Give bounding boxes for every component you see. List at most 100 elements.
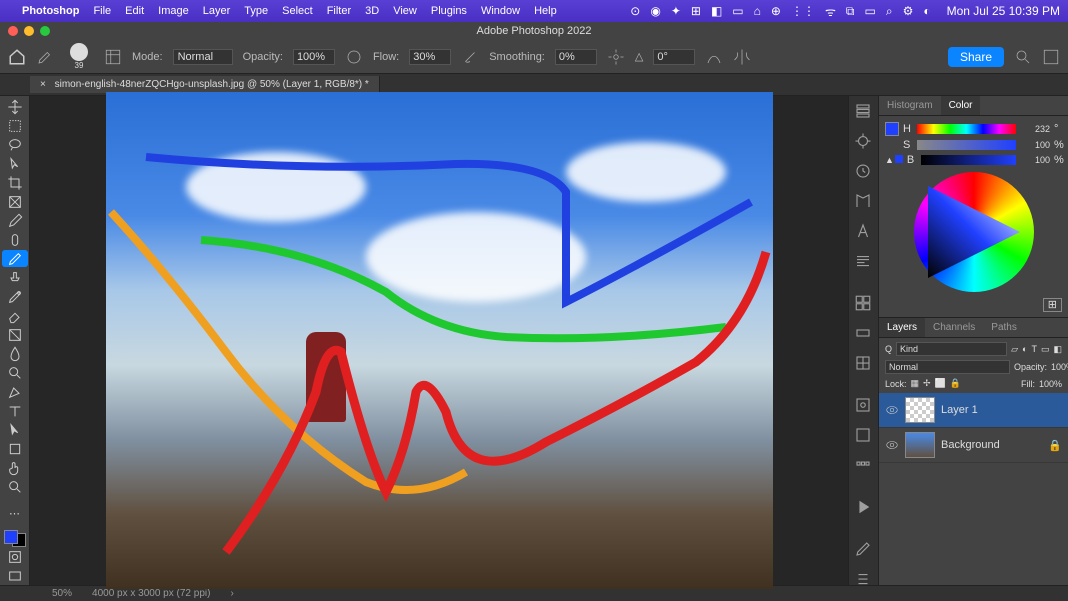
control-center-icon[interactable]: ⚙ xyxy=(903,4,914,18)
lock-all-icon[interactable]: 🔒 xyxy=(950,378,961,389)
play-icon[interactable] xyxy=(854,498,874,516)
search-icon[interactable] xyxy=(1014,48,1032,66)
hue-slider[interactable] xyxy=(917,124,1016,134)
brightness-value[interactable]: 100 xyxy=(1020,155,1050,165)
filter-adj-icon[interactable]: ◐ xyxy=(1022,344,1027,354)
opacity-input[interactable]: 100% xyxy=(293,49,335,65)
minimize-icon[interactable] xyxy=(24,26,34,36)
canvas-area[interactable] xyxy=(30,96,848,585)
airbrush-icon[interactable] xyxy=(461,48,479,66)
document-tab[interactable]: × simon-english-48nerZQCHgo-unsplash.jpg… xyxy=(30,76,380,93)
more-tools-icon[interactable]: ⋯ xyxy=(2,505,28,522)
layer-opacity-input[interactable]: 100% xyxy=(1051,362,1068,372)
lock-pixels-icon[interactable]: ▦ xyxy=(911,378,920,389)
lasso-tool[interactable] xyxy=(2,136,28,153)
tray-icon[interactable]: ⊕ xyxy=(771,4,781,18)
workspace-icon[interactable] xyxy=(1042,48,1060,66)
visibility-icon[interactable] xyxy=(885,438,899,452)
actions-panel-icon[interactable] xyxy=(854,396,874,414)
menu-type[interactable]: Type xyxy=(244,5,268,17)
add-swatch-icon[interactable]: ⊞ xyxy=(1043,298,1062,312)
zoom-tool[interactable] xyxy=(2,479,28,496)
gradients-panel-icon[interactable] xyxy=(854,324,874,342)
menu-help[interactable]: Help xyxy=(534,5,557,17)
brush-preset-picker[interactable]: 39 xyxy=(64,42,94,72)
layer-item[interactable]: Layer 1 xyxy=(879,393,1068,428)
smoothing-options-icon[interactable] xyxy=(607,48,625,66)
libraries-panel-icon[interactable] xyxy=(854,192,874,210)
filter-pixel-icon[interactable]: ▱ xyxy=(1011,344,1018,355)
menu-edit[interactable]: Edit xyxy=(125,5,144,17)
color-wheel[interactable] xyxy=(914,172,1034,292)
tray-icon[interactable]: ⊙ xyxy=(630,4,640,18)
tray-icon[interactable]: ◧ xyxy=(711,4,722,18)
gradient-tool[interactable] xyxy=(2,327,28,344)
hue-value[interactable]: 232 xyxy=(1020,124,1050,134)
layer-name[interactable]: Layer 1 xyxy=(941,404,978,416)
search-icon[interactable]: ⌕ xyxy=(886,4,893,19)
brush-panel-icon[interactable] xyxy=(104,48,122,66)
canvas[interactable] xyxy=(106,92,773,589)
menu-view[interactable]: View xyxy=(393,5,417,17)
navigator-panel-icon[interactable] xyxy=(854,456,874,474)
pen-tool[interactable] xyxy=(2,384,28,401)
siri-icon[interactable]: ◐ xyxy=(923,4,930,18)
type-tool[interactable] xyxy=(2,403,28,420)
clock[interactable]: Mon Jul 25 10:39 PM xyxy=(947,4,1060,18)
menu-plugins[interactable]: Plugins xyxy=(431,5,467,17)
tray-icon[interactable]: ✦ xyxy=(671,4,681,18)
saturation-value[interactable]: 100 xyxy=(1020,140,1050,150)
move-tool[interactable] xyxy=(2,98,28,115)
saturation-slider[interactable] xyxy=(917,140,1016,150)
brushes-panel-icon[interactable] xyxy=(854,540,874,558)
menu-select[interactable]: Select xyxy=(282,5,313,17)
tab-close-icon[interactable]: × xyxy=(40,79,46,90)
adjustments-panel-icon[interactable] xyxy=(854,132,874,150)
selection-tool[interactable] xyxy=(2,155,28,172)
tab-channels[interactable]: Channels xyxy=(925,318,983,337)
pressure-opacity-icon[interactable] xyxy=(345,48,363,66)
history-brush-tool[interactable] xyxy=(2,288,28,305)
bluetooth-icon[interactable]: ⧉ xyxy=(846,4,855,19)
brush-settings-icon[interactable] xyxy=(854,570,874,588)
eyedropper-tool[interactable] xyxy=(2,212,28,229)
swatches-panel-icon[interactable] xyxy=(854,294,874,312)
home-icon[interactable] xyxy=(8,48,26,66)
screen-mode-icon[interactable] xyxy=(2,568,28,585)
character-panel-icon[interactable] xyxy=(854,222,874,240)
frame-tool[interactable] xyxy=(2,193,28,210)
layer-fill-input[interactable]: 100% xyxy=(1039,379,1062,389)
close-icon[interactable] xyxy=(8,26,18,36)
blur-tool[interactable] xyxy=(2,346,28,363)
hand-tool[interactable] xyxy=(2,460,28,477)
chevron-right-icon[interactable]: › xyxy=(230,588,233,599)
properties-panel-icon[interactable] xyxy=(854,162,874,180)
layer-name[interactable]: Background xyxy=(941,439,1000,451)
menu-image[interactable]: Image xyxy=(158,5,189,17)
angle-input[interactable]: 0° xyxy=(653,49,695,65)
crop-tool[interactable] xyxy=(2,174,28,191)
tab-paths[interactable]: Paths xyxy=(983,318,1025,337)
history-panel-icon[interactable] xyxy=(854,102,874,120)
tray-icon[interactable]: ▭ xyxy=(732,4,743,18)
brush-tool[interactable] xyxy=(2,250,28,267)
smoothing-input[interactable]: 0% xyxy=(555,49,597,65)
layer-item[interactable]: Background 🔒 xyxy=(879,428,1068,463)
layer-thumbnail[interactable] xyxy=(905,432,935,458)
info-panel-icon[interactable] xyxy=(854,426,874,444)
patterns-panel-icon[interactable] xyxy=(854,354,874,372)
battery-icon[interactable]: ▭ xyxy=(865,4,876,18)
app-name[interactable]: Photoshop xyxy=(22,5,79,17)
visibility-icon[interactable] xyxy=(885,403,899,417)
quick-mask-icon[interactable] xyxy=(2,549,28,566)
maximize-icon[interactable] xyxy=(40,26,50,36)
layer-blend-select[interactable] xyxy=(885,360,1010,374)
pressure-size-icon[interactable] xyxy=(705,48,723,66)
menu-file[interactable]: File xyxy=(93,5,111,17)
tab-histogram[interactable]: Histogram xyxy=(879,96,941,115)
flow-input[interactable]: 30% xyxy=(409,49,451,65)
menu-window[interactable]: Window xyxy=(481,5,520,17)
symmetry-icon[interactable] xyxy=(733,48,751,66)
path-tool[interactable] xyxy=(2,422,28,439)
tray-icon[interactable]: ⌂ xyxy=(754,4,761,18)
